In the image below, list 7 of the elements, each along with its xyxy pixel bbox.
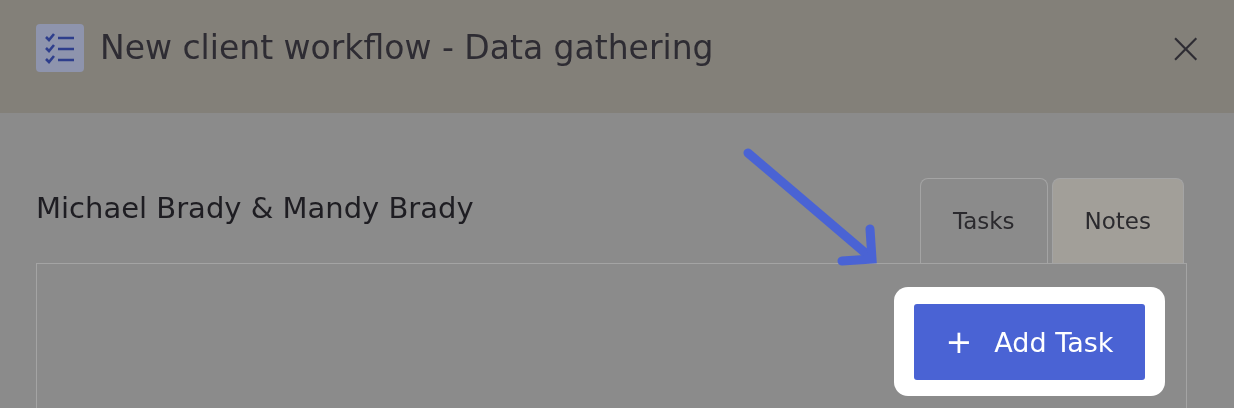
tab[interactable]: Tasks	[919, 178, 1048, 263]
tab[interactable]: Notes	[1051, 178, 1184, 263]
close-button[interactable]: ×	[1167, 22, 1204, 73]
add-task-button[interactable]: + Add Task	[914, 304, 1145, 380]
modal-title: New client workflow - Data gathering	[100, 28, 715, 67]
checklist-icon	[36, 23, 84, 72]
client-name: Michael Brady & Mandy Brady	[36, 191, 474, 225]
